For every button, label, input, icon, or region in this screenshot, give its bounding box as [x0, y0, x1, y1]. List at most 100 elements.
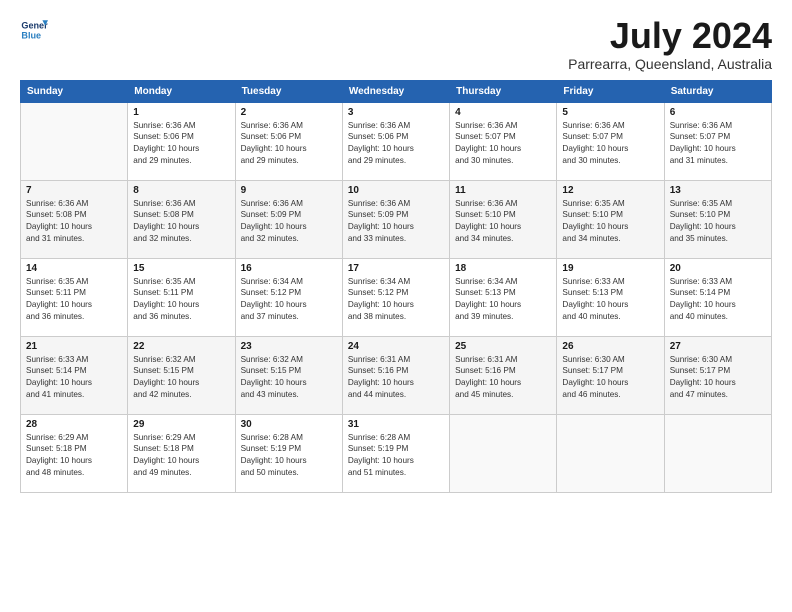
header-day-monday: Monday: [128, 80, 235, 102]
day-number: 5: [562, 107, 658, 118]
calendar-cell: [21, 102, 128, 180]
calendar-cell: 7Sunrise: 6:36 AMSunset: 5:08 PMDaylight…: [21, 180, 128, 258]
day-number: 31: [348, 419, 444, 430]
header-day-wednesday: Wednesday: [342, 80, 449, 102]
header-day-tuesday: Tuesday: [235, 80, 342, 102]
day-info: Sunrise: 6:34 AMSunset: 5:13 PMDaylight:…: [455, 276, 551, 324]
week-row-2: 7Sunrise: 6:36 AMSunset: 5:08 PMDaylight…: [21, 180, 772, 258]
calendar-cell: 15 Sunrise: 6:35 AMSunset: 5:11 PMDayligh…: [128, 258, 235, 336]
day-info: Sunrise: 6:33 AMSunset: 5:13 PMDaylight:…: [562, 276, 658, 324]
calendar-cell: 4Sunrise: 6:36 AMSunset: 5:07 PMDaylight…: [450, 102, 557, 180]
day-number: 26: [562, 341, 658, 352]
calendar-cell: 8 Sunrise: 6:36 AMSunset: 5:08 PMDaylight…: [128, 180, 235, 258]
logo-icon: General Blue: [20, 16, 48, 44]
day-number: 6: [670, 107, 766, 118]
day-info: Sunrise: 6:36 AMSunset: 5:07 PMDaylight:…: [455, 120, 551, 168]
day-info: Sunrise: 6:30 AMSunset: 5:17 PMDaylight:…: [562, 354, 658, 402]
calendar-cell: 1Sunrise: 6:36 AMSunset: 5:06 PMDaylight…: [128, 102, 235, 180]
calendar-cell: 26 Sunrise: 6:30 AMSunset: 5:17 PMDayligh…: [557, 336, 664, 414]
day-info: Sunrise: 6:36 AMSunset: 5:09 PMDaylight:…: [241, 198, 337, 246]
day-number: 8: [133, 185, 229, 196]
day-info: Sunrise: 6:35 AMSunset: 5:10 PMDaylight:…: [670, 198, 766, 246]
day-number: 2: [241, 107, 337, 118]
calendar-cell: 14Sunrise: 6:35 AMSunset: 5:11 PMDayligh…: [21, 258, 128, 336]
calendar-cell: 3Sunrise: 6:36 AMSunset: 5:06 PMDaylight…: [342, 102, 449, 180]
day-number: 23: [241, 341, 337, 352]
day-info: Sunrise: 6:29 AMSunset: 5:18 PMDaylight:…: [26, 432, 122, 480]
day-info: Sunrise: 6:28 AMSunset: 5:19 PMDaylight:…: [348, 432, 444, 480]
day-number: 25: [455, 341, 551, 352]
header: General Blue July 2024 Parrearra, Queens…: [20, 16, 772, 72]
calendar-cell: 25 Sunrise: 6:31 AMSunset: 5:16 PMDayligh…: [450, 336, 557, 414]
day-info: Sunrise: 6:36 AMSunset: 5:08 PMDaylight:…: [26, 198, 122, 246]
calendar-cell: 2 Sunrise: 6:36 AMSunset: 5:06 PMDaylight…: [235, 102, 342, 180]
header-day-saturday: Saturday: [664, 80, 771, 102]
calendar-cell: 24 Sunrise: 6:31 AMSunset: 5:16 PMDayligh…: [342, 336, 449, 414]
day-number: 19: [562, 263, 658, 274]
day-info: Sunrise: 6:28 AMSunset: 5:19 PMDaylight:…: [241, 432, 337, 480]
calendar-cell: 16Sunrise: 6:34 AMSunset: 5:12 PMDayligh…: [235, 258, 342, 336]
day-info: Sunrise: 6:32 AMSunset: 5:15 PMDaylight:…: [133, 354, 229, 402]
day-number: 1: [133, 107, 229, 118]
day-number: 13: [670, 185, 766, 196]
day-number: 27: [670, 341, 766, 352]
day-info: Sunrise: 6:33 AMSunset: 5:14 PMDaylight:…: [26, 354, 122, 402]
header-day-friday: Friday: [557, 80, 664, 102]
day-number: 28: [26, 419, 122, 430]
calendar-cell: 5 Sunrise: 6:36 AMSunset: 5:07 PMDaylight…: [557, 102, 664, 180]
day-number: 17: [348, 263, 444, 274]
day-number: 21: [26, 341, 122, 352]
calendar-cell: 19 Sunrise: 6:33 AMSunset: 5:13 PMDayligh…: [557, 258, 664, 336]
day-info: Sunrise: 6:36 AMSunset: 5:08 PMDaylight:…: [133, 198, 229, 246]
day-info: Sunrise: 6:31 AMSunset: 5:16 PMDaylight:…: [348, 354, 444, 402]
calendar-cell: 29 Sunrise: 6:29 AMSunset: 5:18 PMDayligh…: [128, 414, 235, 492]
day-info: Sunrise: 6:30 AMSunset: 5:17 PMDaylight:…: [670, 354, 766, 402]
day-number: 11: [455, 185, 551, 196]
week-row-5: 28 Sunrise: 6:29 AMSunset: 5:18 PMDayligh…: [21, 414, 772, 492]
logo: General Blue: [20, 16, 48, 44]
calendar-cell: 30 Sunrise: 6:28 AMSunset: 5:19 PMDayligh…: [235, 414, 342, 492]
calendar-cell: 28 Sunrise: 6:29 AMSunset: 5:18 PMDayligh…: [21, 414, 128, 492]
day-number: 20: [670, 263, 766, 274]
day-info: Sunrise: 6:36 AMSunset: 5:07 PMDaylight:…: [670, 120, 766, 168]
calendar-page: General Blue July 2024 Parrearra, Queens…: [0, 0, 792, 612]
calendar-cell: 13 Sunrise: 6:35 AMSunset: 5:10 PMDayligh…: [664, 180, 771, 258]
day-info: Sunrise: 6:29 AMSunset: 5:18 PMDaylight:…: [133, 432, 229, 480]
calendar-cell: 17 Sunrise: 6:34 AMSunset: 5:12 PMDayligh…: [342, 258, 449, 336]
calendar-cell: [557, 414, 664, 492]
calendar-cell: [450, 414, 557, 492]
calendar-cell: 27 Sunrise: 6:30 AMSunset: 5:17 PMDayligh…: [664, 336, 771, 414]
title-block: July 2024 Parrearra, Queensland, Austral…: [568, 16, 772, 72]
day-info: Sunrise: 6:34 AMSunset: 5:12 PMDaylight:…: [348, 276, 444, 324]
day-number: 16: [241, 263, 337, 274]
day-number: 3: [348, 107, 444, 118]
day-info: Sunrise: 6:35 AMSunset: 5:11 PMDaylight:…: [133, 276, 229, 324]
calendar-cell: 20 Sunrise: 6:33 AMSunset: 5:14 PMDayligh…: [664, 258, 771, 336]
calendar-cell: [664, 414, 771, 492]
day-info: Sunrise: 6:33 AMSunset: 5:14 PMDaylight:…: [670, 276, 766, 324]
day-number: 15: [133, 263, 229, 274]
day-info: Sunrise: 6:36 AMSunset: 5:06 PMDaylight:…: [241, 120, 337, 168]
day-number: 30: [241, 419, 337, 430]
day-number: 10: [348, 185, 444, 196]
calendar-cell: 9 Sunrise: 6:36 AMSunset: 5:09 PMDaylight…: [235, 180, 342, 258]
calendar-cell: 10 Sunrise: 6:36 AMSunset: 5:09 PMDayligh…: [342, 180, 449, 258]
day-number: 22: [133, 341, 229, 352]
day-number: 12: [562, 185, 658, 196]
header-day-sunday: Sunday: [21, 80, 128, 102]
calendar-cell: 21 Sunrise: 6:33 AMSunset: 5:14 PMDayligh…: [21, 336, 128, 414]
calendar-cell: 31 Sunrise: 6:28 AMSunset: 5:19 PMDayligh…: [342, 414, 449, 492]
day-number: 24: [348, 341, 444, 352]
week-row-3: 14Sunrise: 6:35 AMSunset: 5:11 PMDayligh…: [21, 258, 772, 336]
day-info: Sunrise: 6:31 AMSunset: 5:16 PMDaylight:…: [455, 354, 551, 402]
day-info: Sunrise: 6:36 AMSunset: 5:09 PMDaylight:…: [348, 198, 444, 246]
day-info: Sunrise: 6:36 AMSunset: 5:07 PMDaylight:…: [562, 120, 658, 168]
day-number: 9: [241, 185, 337, 196]
day-number: 29: [133, 419, 229, 430]
day-number: 18: [455, 263, 551, 274]
header-day-thursday: Thursday: [450, 80, 557, 102]
week-row-4: 21 Sunrise: 6:33 AMSunset: 5:14 PMDayligh…: [21, 336, 772, 414]
day-info: Sunrise: 6:35 AMSunset: 5:10 PMDaylight:…: [562, 198, 658, 246]
day-info: Sunrise: 6:36 AMSunset: 5:10 PMDaylight:…: [455, 198, 551, 246]
calendar-cell: 22 Sunrise: 6:32 AMSunset: 5:15 PMDayligh…: [128, 336, 235, 414]
